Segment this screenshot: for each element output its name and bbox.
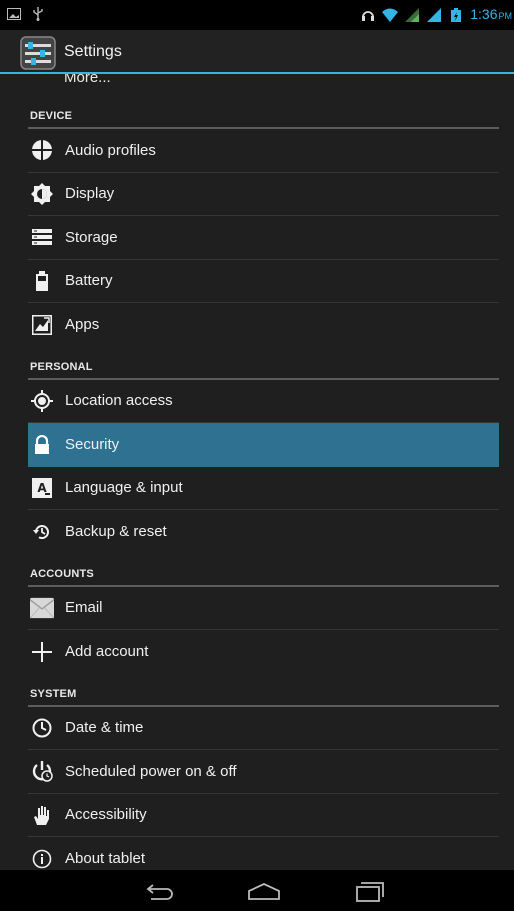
section-header-accounts: ACCOUNTS xyxy=(28,554,499,587)
list-item-location-access[interactable]: Location access xyxy=(28,380,499,423)
list-item-audio-profiles[interactable]: Audio profiles xyxy=(28,129,499,173)
language-icon: A xyxy=(30,476,54,500)
clock-icon xyxy=(30,716,54,740)
back-icon xyxy=(146,884,173,900)
list-item-apps[interactable]: Apps xyxy=(28,303,499,347)
settings-app-icon[interactable] xyxy=(20,36,56,70)
list-item-scheduled-power[interactable]: Scheduled power on & off xyxy=(28,750,499,794)
list-item-storage[interactable]: Storage xyxy=(28,216,499,260)
section-header-personal: PERSONAL xyxy=(28,347,499,380)
location-icon xyxy=(30,389,54,413)
email-icon xyxy=(30,596,54,620)
back-button[interactable] xyxy=(140,878,180,904)
battery-icon xyxy=(30,269,54,293)
apps-icon xyxy=(30,313,54,337)
list-item-email[interactable]: Email xyxy=(28,587,499,630)
list-item-date-time[interactable]: Date & time xyxy=(28,707,499,750)
list-item-backup-reset[interactable]: Backup & reset xyxy=(28,510,499,554)
list-item-accessibility[interactable]: Accessibility xyxy=(28,794,499,837)
recent-apps-icon xyxy=(356,882,384,902)
list-item-battery[interactable]: Battery xyxy=(28,260,499,303)
display-icon xyxy=(30,182,54,206)
list-item-more[interactable]: More... xyxy=(28,74,499,96)
wifi-icon xyxy=(382,7,399,23)
headset-icon xyxy=(360,7,376,23)
info-icon xyxy=(30,847,54,870)
section-header-system: SYSTEM xyxy=(28,674,499,707)
status-bar: 1:36PM xyxy=(0,0,514,30)
plus-icon xyxy=(30,640,54,664)
settings-list[interactable]: More... DEVICE Audio profiles Display St… xyxy=(0,74,514,870)
usb-icon xyxy=(30,6,46,22)
lock-icon xyxy=(30,433,54,457)
status-time: 1:36PM xyxy=(470,6,512,22)
home-icon xyxy=(248,883,280,900)
section-header-device: DEVICE xyxy=(28,96,499,129)
page-title: Settings xyxy=(64,43,122,60)
screenshot-notification-icon xyxy=(6,6,22,22)
list-item-language-input[interactable]: A Language & input xyxy=(28,467,499,510)
list-item-add-account[interactable]: Add account xyxy=(28,630,499,674)
action-bar: Settings xyxy=(0,30,514,74)
recent-apps-button[interactable] xyxy=(350,878,390,904)
storage-icon xyxy=(30,225,54,249)
backup-icon xyxy=(30,520,54,544)
power-schedule-icon xyxy=(30,759,54,783)
svg-text:A: A xyxy=(37,481,47,495)
list-item-label: More... xyxy=(64,74,111,86)
signal-sim2-icon xyxy=(426,7,442,23)
home-button[interactable] xyxy=(244,878,284,904)
list-item-about-tablet[interactable]: About tablet xyxy=(28,837,499,870)
hand-icon xyxy=(30,803,54,827)
audio-profiles-icon xyxy=(30,138,54,162)
battery-charging-icon xyxy=(448,7,464,23)
navigation-bar xyxy=(0,870,514,911)
list-item-display[interactable]: Display xyxy=(28,173,499,216)
signal-sim1-icon xyxy=(404,7,420,23)
list-item-security[interactable]: Security xyxy=(28,423,499,467)
